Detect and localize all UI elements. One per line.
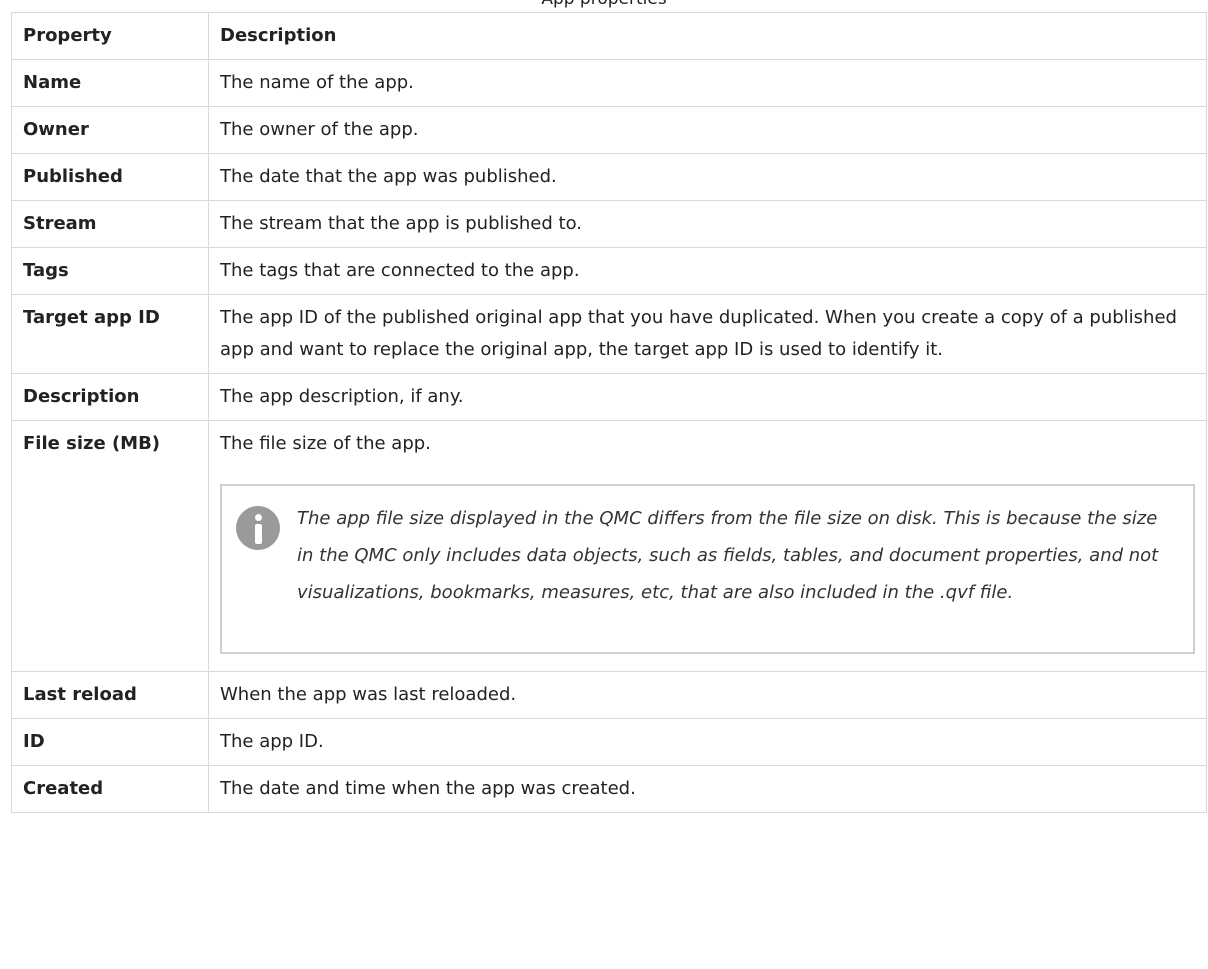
note-wrapper: The app file size displayed in the QMC d…	[220, 460, 1195, 664]
table-row: Owner The owner of the app.	[11, 106, 1207, 154]
table-row: ID The app ID.	[11, 718, 1207, 766]
table-row: Tags The tags that are connected to the …	[11, 247, 1207, 295]
table-row: Stream The stream that the app is publis…	[11, 200, 1207, 248]
property-description: The app ID.	[208, 718, 1207, 766]
property-name: Published	[11, 153, 209, 201]
property-description: The name of the app.	[208, 59, 1207, 107]
property-name: Last reload	[11, 671, 209, 719]
info-icon-dot	[255, 514, 262, 521]
column-header-property: Property	[11, 12, 209, 60]
table-row: Published The date that the app was publ…	[11, 153, 1207, 201]
property-name: Name	[11, 59, 209, 107]
property-description: The file size of the app.	[220, 433, 431, 454]
note-box: The app file size displayed in the QMC d…	[220, 484, 1195, 654]
table-row: Last reload When the app was last reload…	[11, 671, 1207, 719]
property-description: The date and time when the app was creat…	[208, 765, 1207, 813]
property-description: When the app was last reloaded.	[208, 671, 1207, 719]
table-caption: App properties	[0, 0, 1208, 10]
property-description: The app description, if any.	[208, 373, 1207, 421]
property-description: The tags that are connected to the app.	[208, 247, 1207, 295]
property-description: The app ID of the published original app…	[208, 294, 1207, 374]
column-header-description: Description	[208, 12, 1207, 60]
table-row: Target app ID The app ID of the publishe…	[11, 294, 1207, 374]
property-description: The date that the app was published.	[208, 153, 1207, 201]
property-description: The stream that the app is published to.	[208, 200, 1207, 248]
property-description-cell: The file size of the app. The app file s…	[208, 420, 1207, 672]
property-name: Stream	[11, 200, 209, 248]
property-name: Description	[11, 373, 209, 421]
property-name: ID	[11, 718, 209, 766]
table-header-row: Property Description	[11, 12, 1207, 60]
property-description: The owner of the app.	[208, 106, 1207, 154]
info-icon	[236, 506, 280, 550]
table-row: Name The name of the app.	[11, 59, 1207, 107]
info-icon-bar	[255, 524, 262, 544]
table-row: Created The date and time when the app w…	[11, 765, 1207, 813]
note-text: The app file size displayed in the QMC d…	[297, 508, 1159, 603]
table-row: File size (MB) The file size of the app.…	[11, 420, 1207, 672]
property-name: Tags	[11, 247, 209, 295]
table-row: Description The app description, if any.	[11, 373, 1207, 421]
document-page: App properties Property Description Name…	[0, 0, 1208, 969]
app-properties-table: Property Description Name The name of th…	[11, 12, 1207, 813]
property-name: File size (MB)	[11, 420, 209, 672]
property-name: Target app ID	[11, 294, 209, 374]
property-name: Owner	[11, 106, 209, 154]
property-name: Created	[11, 765, 209, 813]
